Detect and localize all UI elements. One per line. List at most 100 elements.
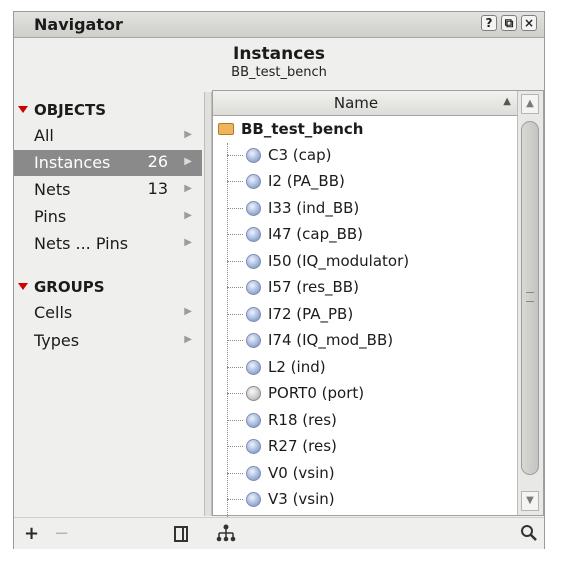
objects-section-header[interactable]: OBJECTS — [18, 101, 106, 121]
sidebar-item-instances[interactable]: Instances 26 ▶ — [14, 150, 202, 176]
tree-row-label: PORT0 (port) — [268, 384, 365, 402]
tree-root-label: BB_test_bench — [241, 120, 364, 138]
sidebar-item-pins[interactable]: Pins ▶ — [14, 204, 202, 230]
instance-icon — [246, 307, 261, 322]
tree-row[interactable]: PORT0 (port) — [213, 381, 517, 407]
sidebar-item-nets-pins[interactable]: Nets ... Pins ▶ — [14, 231, 202, 257]
instance-icon — [246, 174, 261, 189]
sort-ascending-icon: ▲ — [503, 96, 511, 107]
toggle-panel-icon[interactable] — [174, 526, 188, 542]
grip-icon — [526, 292, 534, 302]
sidebar-item-label: Nets — [34, 180, 71, 199]
sidebar-item-label: Types — [34, 331, 80, 350]
tree-row-label: I57 (res_BB) — [268, 278, 359, 296]
sidebar-item-cells[interactable]: Cells ▶ — [14, 300, 202, 326]
tree-row-label: R27 (res) — [268, 437, 337, 455]
chevron-right-icon: ▶ — [184, 210, 192, 221]
tree-row-label: V3 (vsin) — [268, 490, 335, 508]
search-button[interactable] — [520, 524, 538, 547]
instance-icon — [246, 148, 261, 163]
tree-row[interactable]: I50 (IQ_modulator) — [213, 249, 517, 275]
title-bar: Navigator ? ⧉ × — [14, 12, 544, 38]
chevron-right-icon: ▶ — [184, 237, 192, 248]
tree-row-label: C3 (cap) — [268, 146, 332, 164]
expand-triangle-icon — [18, 283, 28, 290]
splitter-handle[interactable] — [204, 92, 212, 516]
tree-row-label: I2 (PA_BB) — [268, 172, 345, 190]
objects-section-label: OBJECTS — [34, 101, 107, 119]
tree-row[interactable]: C3 (cap) — [213, 143, 517, 169]
tree-row[interactable]: I74 (IQ_mod_BB) — [213, 328, 517, 354]
chevron-right-icon: ▶ — [184, 129, 192, 140]
tree-row-label: V0 (vsin) — [268, 464, 335, 482]
tree-row[interactable]: R27 (res) — [213, 434, 517, 460]
help-button[interactable]: ? — [481, 15, 497, 31]
instance-icon — [246, 280, 261, 295]
tree-row[interactable]: I47 (cap_BB) — [213, 222, 517, 248]
sidebar-item-count: 26 — [147, 152, 168, 171]
undock-button[interactable]: ⧉ — [501, 15, 517, 31]
vertical-scrollbar[interactable]: ▲ ▼ — [517, 91, 543, 515]
header-subtitle: BB_test_bench — [231, 65, 327, 80]
tree-row[interactable]: R18 (res) — [213, 408, 517, 434]
instance-icon — [246, 333, 261, 348]
instance-icon — [246, 439, 261, 454]
tree-row-label: I72 (PA_PB) — [268, 305, 354, 323]
column-header-name[interactable]: Name ▲ — [213, 91, 517, 116]
add-button[interactable]: + — [24, 523, 39, 544]
tree-row-label: L2 (ind) — [268, 358, 326, 376]
chevron-right-icon: ▶ — [184, 183, 192, 194]
window-title: Navigator — [34, 15, 123, 34]
sidebar-item-label: Pins — [34, 207, 67, 226]
sidebar-item-types[interactable]: Types ▶ — [14, 328, 202, 354]
sidebar-item-all[interactable]: All ▶ — [14, 123, 202, 149]
folder-open-icon — [218, 123, 234, 135]
chevron-right-icon: ▶ — [184, 156, 192, 167]
scroll-down-button[interactable]: ▼ — [521, 491, 539, 511]
tree-row[interactable]: I2 (PA_BB) — [213, 169, 517, 195]
tree-row[interactable]: V3 (vsin) — [213, 487, 517, 513]
instance-icon — [246, 360, 261, 375]
expand-triangle-icon — [18, 106, 28, 113]
groups-section-header[interactable]: GROUPS — [18, 278, 105, 298]
tree-row-label: I74 (IQ_mod_BB) — [268, 331, 394, 349]
instance-icon — [246, 492, 261, 507]
scroll-up-button[interactable]: ▲ — [521, 94, 539, 114]
header-title: Instances — [233, 44, 325, 64]
hierarchy-button[interactable] — [216, 524, 236, 547]
close-button[interactable]: × — [521, 15, 537, 31]
tree-row-label: I50 (IQ_modulator) — [268, 252, 410, 270]
tree-row[interactable]: I57 (res_BB) — [213, 275, 517, 301]
sidebar-item-label: Nets ... Pins — [34, 234, 129, 253]
instance-icon — [246, 227, 261, 242]
tree-row-label: I33 (ind_BB) — [268, 199, 360, 217]
tree-row[interactable]: I72 (PA_PB) — [213, 302, 517, 328]
instances-tree-view: Name ▲ BB_test_bench C3 (cap) I2 (PA_BB)… — [212, 90, 544, 517]
tree-row[interactable]: I33 (ind_BB) — [213, 196, 517, 222]
column-header-label: Name — [333, 94, 379, 112]
instance-icon — [246, 254, 261, 269]
bottom-toolbar: + − — [14, 517, 544, 549]
sidebar-item-nets[interactable]: Nets 13 ▶ — [14, 177, 202, 203]
groups-section-label: GROUPS — [34, 278, 105, 296]
instance-icon — [246, 201, 261, 216]
tree-row-label: R18 (res) — [268, 411, 337, 429]
category-sidebar: OBJECTS All ▶ Instances 26 ▶ Nets 13 ▶ P… — [14, 96, 202, 514]
remove-button[interactable]: − — [54, 523, 69, 544]
panel-header: Instances BB_test_bench — [14, 38, 544, 90]
hierarchy-icon — [216, 524, 236, 542]
search-icon — [521, 525, 537, 541]
tree-row[interactable]: L2 (ind) — [213, 355, 517, 381]
scrollbar-thumb[interactable] — [521, 121, 539, 475]
sidebar-item-label: All — [34, 126, 54, 145]
tree-row-label: I47 (cap_BB) — [268, 225, 364, 243]
instance-icon — [246, 413, 261, 428]
sidebar-item-count: 13 — [147, 179, 168, 198]
port-icon — [246, 386, 261, 401]
tree: BB_test_bench C3 (cap) I2 (PA_BB) I33 (i… — [213, 116, 517, 517]
tree-root[interactable]: BB_test_bench — [218, 120, 363, 138]
chevron-right-icon: ▶ — [184, 306, 192, 317]
tree-row[interactable]: V0 (vsin) — [213, 461, 517, 487]
navigator-panel: Navigator ? ⧉ × Instances BB_test_bench … — [13, 11, 545, 549]
sidebar-item-label: Cells — [34, 303, 73, 322]
